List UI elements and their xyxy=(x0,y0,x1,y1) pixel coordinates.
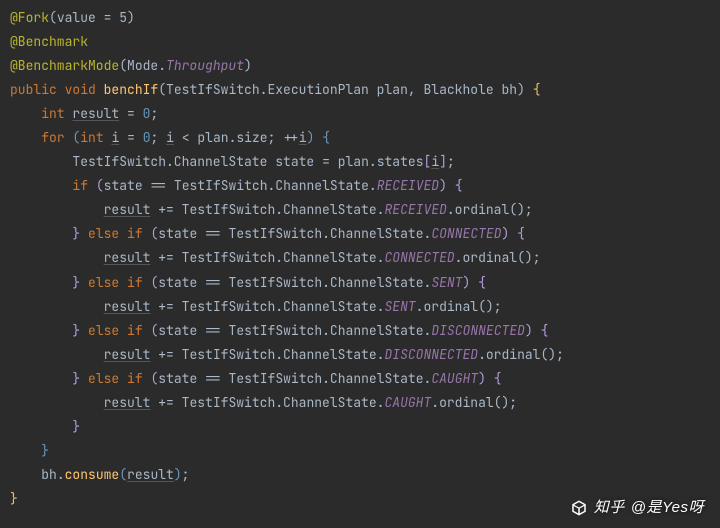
if3-const: DISCONNECTED xyxy=(431,322,525,339)
if3-path: TestIfSwitch.ChannelState. xyxy=(229,322,432,339)
code-block: @Fork(value = 5) @Benchmark @BenchmarkMo… xyxy=(0,0,720,517)
if1-ord: .ordinal() xyxy=(455,249,533,266)
if2-lhs: state xyxy=(158,274,197,291)
watermark-prefix: 知乎 xyxy=(594,494,625,522)
consume-fn: consume xyxy=(65,466,120,483)
if1-result: result xyxy=(104,249,151,266)
annotation-fork: @Fork xyxy=(10,9,49,26)
consume-arg: result xyxy=(127,466,174,483)
for-inc-var: i xyxy=(299,129,307,146)
state-type: TestIfSwitch.ChannelState xyxy=(72,153,267,170)
param2-type: Blackhole xyxy=(423,81,493,98)
if3-result: result xyxy=(104,346,151,363)
if4-path: TestIfSwitch.ChannelState. xyxy=(229,370,432,387)
watermark: 知乎 @是Yes呀 xyxy=(570,494,704,522)
kw-public-void: public void xyxy=(10,81,96,98)
if0-const: RECEIVED xyxy=(377,177,439,194)
mode-prefix: Mode. xyxy=(127,57,166,74)
param1-name: plan xyxy=(377,81,408,98)
if4-const2: CAUGHT xyxy=(384,394,431,411)
if2-const: SENT xyxy=(431,274,462,291)
if4-ord: .ordinal() xyxy=(431,394,509,411)
if2-path: TestIfSwitch.ChannelState. xyxy=(229,274,432,291)
if1-path: TestIfSwitch.ChannelState. xyxy=(229,225,432,242)
method-name: benchIf xyxy=(104,81,159,98)
annotation-benchmark: @Benchmark xyxy=(10,33,88,50)
if2-path2: TestIfSwitch.ChannelState. xyxy=(182,298,385,315)
if1-const: CONNECTED xyxy=(431,225,501,242)
if0-path2: TestIfSwitch.ChannelState. xyxy=(182,201,385,218)
annotation-benchmarkmode: @BenchmarkMode xyxy=(10,57,119,74)
state-var: state xyxy=(275,153,314,170)
if3-lhs: state xyxy=(158,322,197,339)
if2-const2: SENT xyxy=(384,298,415,315)
if1-const2: CONNECTED xyxy=(384,249,454,266)
for-cond-rhs: plan.size xyxy=(197,129,267,146)
if0-result: result xyxy=(104,201,151,218)
if4-lhs: state xyxy=(158,370,197,387)
if0-lhs: state xyxy=(104,177,143,194)
if4-const: CAUGHT xyxy=(431,370,478,387)
if3-path2: TestIfSwitch.ChannelState. xyxy=(182,346,385,363)
zhihu-icon xyxy=(570,499,588,517)
if0-path: TestIfSwitch.ChannelState. xyxy=(174,177,377,194)
if2-ord: .ordinal() xyxy=(416,298,494,315)
state-rhs: plan.states xyxy=(338,153,424,170)
if1-path2: TestIfSwitch.ChannelState. xyxy=(182,249,385,266)
if3-ord: .ordinal() xyxy=(478,346,556,363)
consume-obj: bh xyxy=(41,466,57,483)
watermark-text: @是Yes呀 xyxy=(631,494,704,522)
if2-result: result xyxy=(104,298,151,315)
param2-name: bh xyxy=(502,81,518,98)
if4-result: result xyxy=(104,394,151,411)
decl-type: int xyxy=(41,105,64,122)
for-inc: ++ xyxy=(283,129,299,146)
state-idx: i xyxy=(431,153,439,170)
if0-const2: RECEIVED xyxy=(384,201,446,218)
decl-name: result xyxy=(72,105,119,122)
fork-args: value = 5 xyxy=(57,9,127,26)
for-var: i xyxy=(111,129,119,146)
if0-ord: .ordinal() xyxy=(447,201,525,218)
for-cond-var: i xyxy=(166,129,174,146)
if3-const2: DISCONNECTED xyxy=(384,346,478,363)
for-init: 0 xyxy=(143,129,151,146)
kw-for: for xyxy=(41,129,64,146)
for-decl: int xyxy=(80,129,103,146)
if1-lhs: state xyxy=(158,225,197,242)
param1-type: TestIfSwitch.ExecutionPlan xyxy=(166,81,369,98)
if4-path2: TestIfSwitch.ChannelState. xyxy=(182,394,385,411)
mode-value: Throughput xyxy=(166,57,244,74)
